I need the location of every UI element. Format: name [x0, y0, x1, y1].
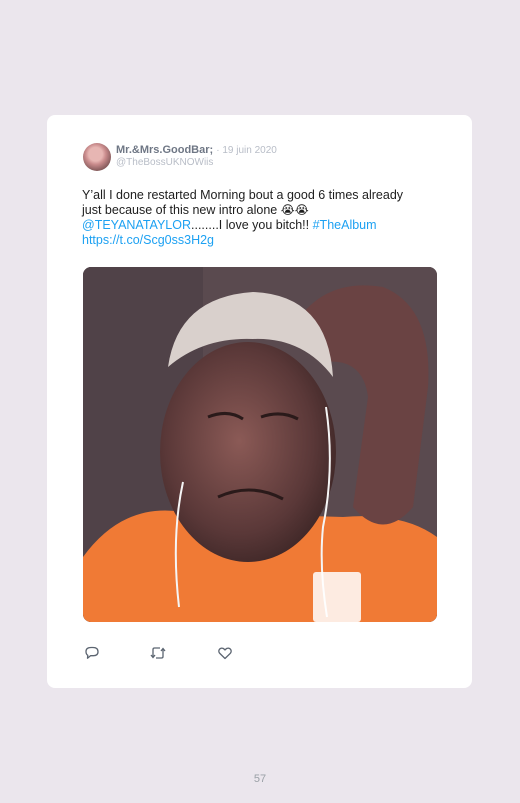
tweet-actions [83, 644, 283, 662]
tweet-text: Y’all I done restarted Morning bout a go… [82, 188, 437, 248]
page-number: 57 [253, 773, 267, 785]
mention-link[interactable]: @TEYANATAYLOR [82, 218, 191, 232]
tweet-url-link[interactable]: https://t.co/Scg0ss3H2g [82, 233, 214, 247]
avatar[interactable] [83, 143, 111, 171]
tweet-text-line2: just because of this new intro alone [82, 203, 278, 217]
tweet-text-mid: ........I love you bitch!! [191, 218, 313, 232]
author-handle[interactable]: @TheBossUKNOWiis [116, 157, 213, 168]
tweet-date[interactable]: · 19 juin 2020 [216, 145, 277, 156]
gif-image [83, 267, 437, 622]
hashtag-link[interactable]: #TheAlbum [313, 218, 377, 232]
tweet-text-line1: Y’all I done restarted Morning bout a go… [82, 188, 404, 202]
tweet-header: Mr.&Mrs.GoodBar; · 19 juin 2020 [116, 144, 277, 156]
retweet-icon[interactable] [149, 644, 167, 662]
tweet-media-gif[interactable] [83, 267, 437, 622]
tweet-card: Mr.&Mrs.GoodBar; · 19 juin 2020 @TheBoss… [47, 115, 472, 688]
reply-icon[interactable] [83, 644, 101, 662]
author-name[interactable]: Mr.&Mrs.GoodBar; [116, 144, 213, 156]
crying-emoji: 😭😭 [280, 203, 309, 217]
like-icon[interactable] [216, 644, 234, 662]
